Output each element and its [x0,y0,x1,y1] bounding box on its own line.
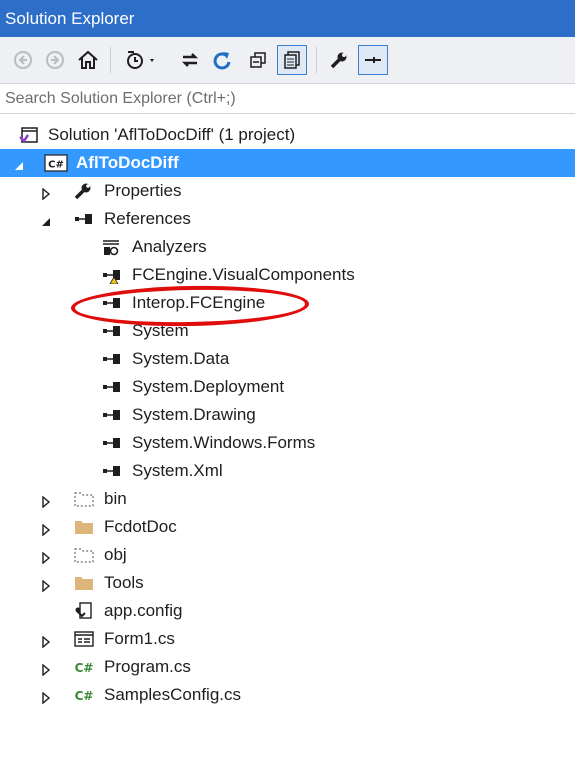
tree-item-reference[interactable]: System.Data [0,345,575,373]
back-icon[interactable] [8,45,38,75]
tree-item-reference[interactable]: System.Windows.Forms [0,429,575,457]
solution-icon [19,126,39,144]
tree-item-reference[interactable]: System.Xml [0,457,575,485]
toolbar-separator [110,47,111,73]
toolbar-separator [316,47,317,73]
search-input[interactable]: Search Solution Explorer (Ctrl+;) [0,84,575,114]
reference-icon [101,378,121,396]
svg-text:C#: C# [75,661,94,675]
reference-icon [101,406,121,424]
tree-item-label: References [104,209,191,228]
tree-item-label: System.Deployment [132,377,285,396]
tree-item-folder[interactable]: obj [0,541,575,569]
folder-icon [74,518,94,536]
tree-item-file[interactable]: Form1.cs [0,625,575,653]
csharp-file-icon: C# [74,686,94,704]
tree-item-reference[interactable]: System.Drawing [0,401,575,429]
tree-item-analyzers[interactable]: Analyzers [0,233,575,261]
forward-icon[interactable] [40,45,70,75]
window-title: Solution Explorer [0,0,575,37]
sync-with-active-document-icon[interactable] [175,45,205,75]
tree-item-references[interactable]: References [0,205,575,233]
form-icon [74,630,94,648]
tree-item-project[interactable]: C# AflToDocDiff [0,149,575,177]
collapsed-arrow-icon[interactable] [40,661,52,677]
tree-item-label: System.Windows.Forms [132,433,316,452]
properties-icon[interactable] [324,45,354,75]
csharp-project-icon: C# [44,154,68,172]
tree-item-label: Tools [104,573,144,592]
tree-item-label: SamplesConfig.cs [104,685,242,704]
refresh-icon[interactable] [207,45,237,75]
wrench-icon [73,182,93,200]
collapsed-arrow-icon[interactable] [40,577,52,593]
tree-item-label: obj [104,545,127,564]
tree-item-folder[interactable]: FcdotDoc [0,513,575,541]
tree-item-label: System.Data [132,349,230,368]
csharp-file-icon: C# [74,658,94,676]
tree-item-label: System.Drawing [132,405,256,424]
tree-item-label: Form1.cs [104,629,175,648]
svg-text:C#: C# [48,160,64,171]
tree-item-label: FcdotDoc [104,517,177,536]
tree-item-label: bin [104,489,127,508]
tree-item-label: app.config [104,601,183,620]
tree-item-label: Program.cs [104,657,191,676]
tree-item-label: AflToDocDiff [76,153,179,172]
pending-changes-filter-icon[interactable] [122,45,166,75]
tree-item-properties[interactable]: Properties [0,177,575,205]
collapsed-arrow-icon[interactable] [40,493,52,509]
reference-warning-icon [101,266,121,284]
folder-icon [74,574,94,592]
config-file-icon [74,602,94,620]
hidden-folder-icon [74,546,94,564]
tree-item-reference[interactable]: System.Deployment [0,373,575,401]
collapse-all-icon[interactable] [243,45,273,75]
reference-icon [101,462,121,480]
reference-icon [101,350,121,368]
tree-item-label: System.Xml [132,461,223,480]
tree-item-file[interactable]: app.config [0,597,575,625]
toolbar [0,37,575,84]
tree-item-reference[interactable]: FCEngine.VisualComponents [0,261,575,289]
tree-item-file[interactable]: C# SamplesConfig.cs [0,681,575,709]
preview-selected-items-icon[interactable] [358,45,388,75]
tree-item-label: FCEngine.VisualComponents [132,265,355,284]
expanded-arrow-icon[interactable] [40,213,52,226]
tree-item-solution[interactable]: Solution 'AflToDocDiff' (1 project) [0,121,575,149]
collapsed-arrow-icon[interactable] [40,185,52,201]
show-all-files-icon[interactable] [277,45,307,75]
tree-item-folder[interactable]: Tools [0,569,575,597]
reference-icon [101,322,121,340]
collapsed-arrow-icon[interactable] [40,633,52,649]
svg-text:C#: C# [75,689,94,703]
home-icon[interactable] [73,45,103,75]
collapsed-arrow-icon[interactable] [40,549,52,565]
tree-item-folder[interactable]: bin [0,485,575,513]
tree-item-reference[interactable]: System [0,317,575,345]
collapsed-arrow-icon[interactable] [40,689,52,705]
hidden-folder-icon [74,490,94,508]
reference-icon [73,210,93,228]
reference-icon [101,434,121,452]
collapsed-arrow-icon[interactable] [40,521,52,537]
analyzer-icon [101,238,121,256]
tree-item-file[interactable]: C# Program.cs [0,653,575,681]
tree-item-label: Properties [104,181,182,200]
tree-item-label: Analyzers [132,237,207,256]
tree-item-label: Solution 'AflToDocDiff' (1 project) [48,125,296,144]
expanded-arrow-icon[interactable] [13,157,25,170]
